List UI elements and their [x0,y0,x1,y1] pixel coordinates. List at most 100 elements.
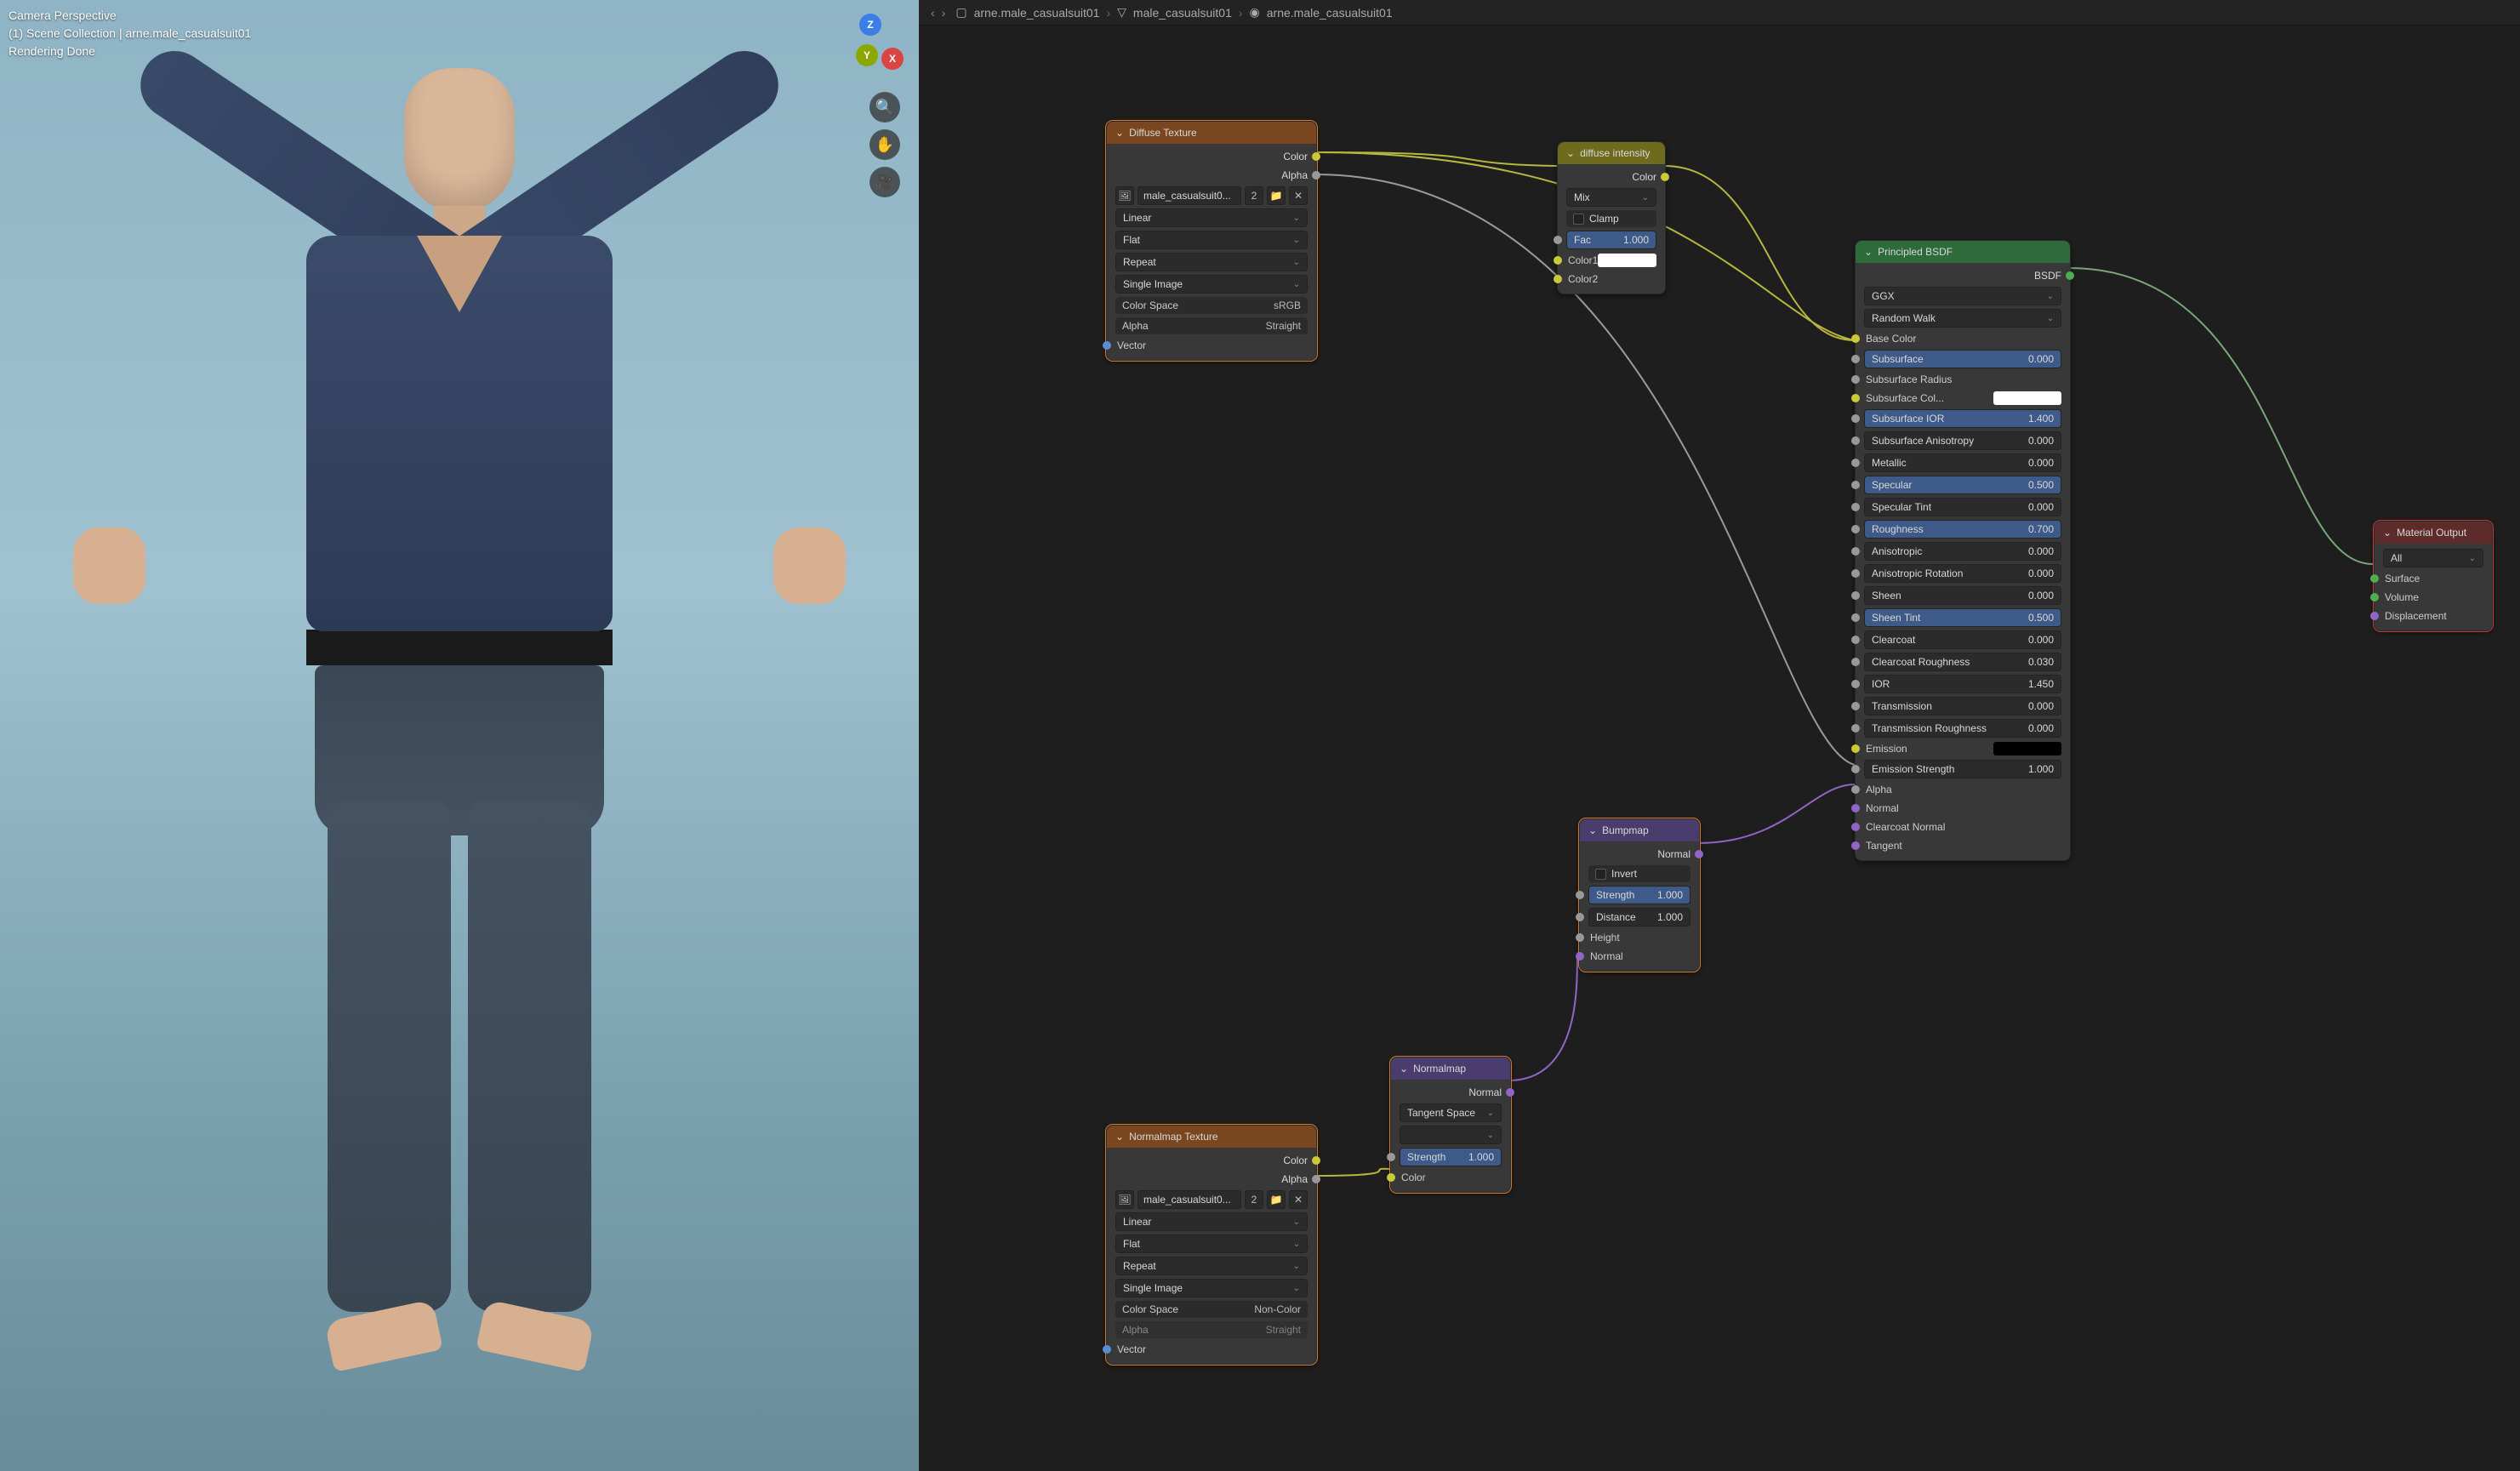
clamp-checkbox[interactable]: Clamp [1566,210,1656,227]
viewport-3d[interactable]: Camera Perspective (1) Scene Collection … [0,0,919,1471]
bsdf-property-row[interactable]: Subsurface Col... [1856,389,2070,408]
bsdf-property-row[interactable]: Sheen Tint0.500 [1856,607,2070,629]
node-normalmap[interactable]: ⌄Normalmap Normal Tangent Space⌄ ⌄ Stren… [1390,1057,1511,1193]
projection-select[interactable]: Flat⌄ [1115,1234,1308,1253]
image-users-icon[interactable]: 2 [1245,1190,1263,1209]
alpha-mode-field[interactable]: AlphaStraight [1115,317,1308,334]
emission-strength-slider[interactable]: Emission Strength1.000 [1864,760,2061,778]
bsdf-property-row[interactable]: Transmission Roughness0.000 [1856,717,2070,739]
source-select[interactable]: Single Image⌄ [1115,275,1308,294]
image-unlink-icon[interactable]: ✕ [1289,1190,1308,1209]
value-slider[interactable]: Clearcoat Roughness0.030 [1864,653,2061,671]
value-slider[interactable]: Roughness0.700 [1864,520,2061,539]
bsdf-property-row[interactable]: Subsurface IOR1.400 [1856,408,2070,430]
colorspace-field[interactable]: Color SpacesRGB [1115,297,1308,314]
distance-slider[interactable]: Distance1.000 [1588,908,1690,927]
value-slider[interactable]: Subsurface IOR1.400 [1864,409,2061,428]
node-diffuse-texture[interactable]: ⌄Diffuse Texture Color Alpha 🖼 male_casu… [1106,121,1317,361]
value-slider[interactable]: Specular Tint0.000 [1864,498,2061,516]
image-open-icon[interactable]: 📁 [1267,186,1286,205]
strength-slider[interactable]: Strength1.000 [1400,1148,1502,1166]
bsdf-property-row[interactable]: IOR1.450 [1856,673,2070,695]
interpolation-select[interactable]: Linear⌄ [1115,1212,1308,1231]
uvmap-select[interactable]: ⌄ [1400,1126,1502,1144]
value-slider[interactable]: Anisotropic0.000 [1864,542,2061,561]
fac-slider[interactable]: Fac1.000 [1566,231,1656,249]
camera-icon[interactable]: 🎥 [869,167,900,197]
bsdf-property-row[interactable]: Specular Tint0.000 [1856,496,2070,518]
image-name-field[interactable]: male_casualsuit0... [1137,1190,1241,1209]
crumb-object[interactable]: arne.male_casualsuit01 [974,6,1100,20]
bsdf-property-row[interactable]: Metallic0.000 [1856,452,2070,474]
bsdf-property-row[interactable]: Roughness0.700 [1856,518,2070,540]
source-select[interactable]: Single Image⌄ [1115,1279,1308,1297]
image-browse-icon[interactable]: 🖼 [1115,1190,1134,1209]
chevron-down-icon[interactable]: ⌄ [1566,147,1575,159]
socket-alpha: Alpha [1864,784,1892,795]
node-material-output[interactable]: ⌄Material Output All⌄ Surface Volume Dis… [2374,521,2493,631]
blend-mode-select[interactable]: Mix⌄ [1566,188,1656,207]
bsdf-property-row[interactable]: Subsurface0.000 [1856,348,2070,370]
bsdf-property-row[interactable]: Anisotropic0.000 [1856,540,2070,562]
axis-y[interactable]: Y [856,44,878,66]
strength-slider[interactable]: Strength1.000 [1588,886,1690,904]
sss-method-select[interactable]: Random Walk⌄ [1864,309,2061,328]
chevron-down-icon[interactable]: ⌄ [1115,1131,1124,1143]
bsdf-property-row[interactable]: Transmission0.000 [1856,695,2070,717]
emission-swatch[interactable] [1993,742,2061,755]
value-slider[interactable]: Transmission Roughness0.000 [1864,719,2061,738]
axis-z[interactable]: Z [859,14,881,36]
color1-swatch[interactable] [1598,254,1656,267]
value-slider[interactable]: Specular0.500 [1864,476,2061,494]
chevron-down-icon[interactable]: ⌄ [1588,824,1597,836]
crumb-material[interactable]: arne.male_casualsuit01 [1267,6,1393,20]
extension-select[interactable]: Repeat⌄ [1115,253,1308,271]
distribution-select[interactable]: GGX⌄ [1864,287,2061,305]
value-slider[interactable]: Metallic0.000 [1864,453,2061,472]
target-select[interactable]: All⌄ [2383,549,2483,567]
node-editor[interactable]: ‹ › ▢ arne.male_casualsuit01 › ▽ male_ca… [919,0,2520,1471]
bsdf-property-row[interactable]: Clearcoat0.000 [1856,629,2070,651]
zoom-icon[interactable]: 🔍 [869,92,900,123]
bsdf-property-row[interactable]: Subsurface Radius [1856,370,2070,389]
pan-icon[interactable]: ✋ [869,129,900,160]
color-swatch[interactable] [1993,391,2061,405]
chevron-down-icon[interactable]: ⌄ [1864,246,1873,258]
space-select[interactable]: Tangent Space⌄ [1400,1103,1502,1122]
crumb-mesh[interactable]: male_casualsuit01 [1133,6,1232,20]
value-slider[interactable]: IOR1.450 [1864,675,2061,693]
chevron-down-icon[interactable]: ⌄ [2383,527,2392,539]
bsdf-property-row[interactable]: Anisotropic Rotation0.000 [1856,562,2070,584]
projection-select[interactable]: Flat⌄ [1115,231,1308,249]
colorspace-field[interactable]: Color SpaceNon-Color [1115,1301,1308,1318]
image-open-icon[interactable]: 📁 [1267,1190,1286,1209]
bsdf-property-row[interactable]: Subsurface Anisotropy0.000 [1856,430,2070,452]
value-slider[interactable]: Sheen0.000 [1864,586,2061,605]
node-bumpmap[interactable]: ⌄Bumpmap Normal Invert Strength1.000 Dis… [1579,818,1700,972]
invert-checkbox[interactable]: Invert [1588,865,1690,882]
nav-back-icon[interactable]: ‹ [931,6,935,20]
bsdf-property-row[interactable]: Sheen0.000 [1856,584,2070,607]
axis-x[interactable]: X [881,48,904,70]
value-slider[interactable]: Subsurface Anisotropy0.000 [1864,431,2061,450]
value-slider[interactable]: Anisotropic Rotation0.000 [1864,564,2061,583]
bsdf-property-row[interactable]: Clearcoat Roughness0.030 [1856,651,2070,673]
node-principled-bsdf[interactable]: ⌄Principled BSDF BSDF GGX⌄ Random Walk⌄ … [1855,240,2071,861]
axis-gizmo[interactable]: Z Y X [844,26,897,78]
node-diffuse-intensity[interactable]: ⌄diffuse intensity Color Mix⌄ Clamp Fac1… [1557,141,1666,294]
image-users-icon[interactable]: 2 [1245,186,1263,205]
value-slider[interactable]: Transmission0.000 [1864,697,2061,716]
bsdf-property-row[interactable]: Specular0.500 [1856,474,2070,496]
node-normalmap-texture[interactable]: ⌄Normalmap Texture Color Alpha 🖼 male_ca… [1106,1125,1317,1365]
chevron-down-icon[interactable]: ⌄ [1115,127,1124,139]
image-name-field[interactable]: male_casualsuit0... [1137,186,1241,205]
interpolation-select[interactable]: Linear⌄ [1115,208,1308,227]
chevron-down-icon[interactable]: ⌄ [1400,1063,1408,1075]
nav-forward-icon[interactable]: › [942,6,946,20]
value-slider[interactable]: Sheen Tint0.500 [1864,608,2061,627]
image-browse-icon[interactable]: 🖼 [1115,186,1134,205]
value-slider[interactable]: Clearcoat0.000 [1864,630,2061,649]
image-unlink-icon[interactable]: ✕ [1289,186,1308,205]
value-slider[interactable]: Subsurface0.000 [1864,350,2061,368]
extension-select[interactable]: Repeat⌄ [1115,1257,1308,1275]
